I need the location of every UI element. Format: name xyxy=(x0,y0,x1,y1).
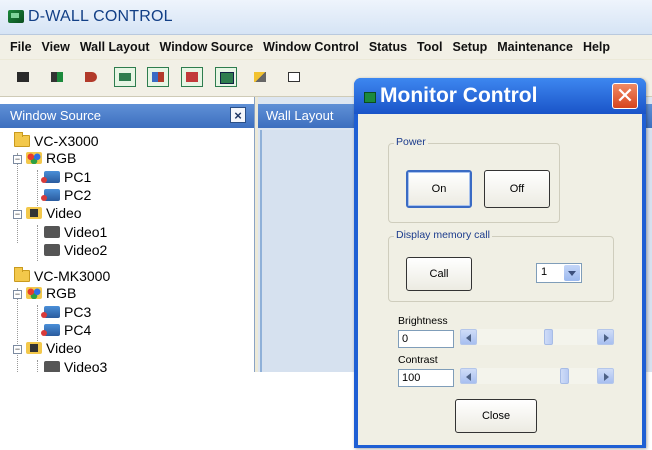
dialog-app-icon xyxy=(364,92,376,103)
display-icon[interactable] xyxy=(181,67,203,87)
close-icon[interactable]: × xyxy=(230,107,246,123)
tree-label: Video xyxy=(46,205,82,221)
memory-number-select[interactable]: 1 xyxy=(536,263,582,283)
brightness-label: Brightness xyxy=(398,315,448,327)
power-group-title: Power xyxy=(394,136,428,148)
menu-window-control[interactable]: Window Control xyxy=(258,40,364,54)
tree-label: PC1 xyxy=(64,169,92,185)
menu-bar: File View Wall Layout Window Source Wind… xyxy=(0,35,652,59)
tree-label: PC2 xyxy=(64,187,92,203)
pc-icon xyxy=(41,324,60,336)
tree-label: Video3 xyxy=(64,359,108,372)
monitor-control-dialog: Monitor Control ✕ Power On Off Display m… xyxy=(354,78,646,448)
video-folder-icon xyxy=(26,342,42,354)
video-folder-icon xyxy=(26,207,42,219)
app-logo-icon xyxy=(8,10,24,23)
video-input-icon xyxy=(44,361,60,372)
scroll-left-icon[interactable] xyxy=(460,329,477,345)
menu-tool[interactable]: Tool xyxy=(412,40,447,54)
wall-icon[interactable] xyxy=(147,67,169,87)
memory-call-button[interactable]: Call xyxy=(406,257,472,291)
pc-icon xyxy=(41,189,60,201)
collapse-icon[interactable]: − xyxy=(13,345,22,354)
scroll-right-icon[interactable] xyxy=(597,368,614,384)
contrast-input[interactable]: 100 xyxy=(398,369,454,387)
window-source-panel: Window Source × VC-X3000 − RGB PC1 PC2 −… xyxy=(0,97,255,372)
menu-window-source[interactable]: Window Source xyxy=(155,40,259,54)
menu-help[interactable]: Help xyxy=(578,40,615,54)
display-memory-group-title: Display memory call xyxy=(394,229,492,241)
grid-icon[interactable] xyxy=(215,67,237,87)
dialog-body: Power On Off Display memory call Call 1 … xyxy=(358,114,642,445)
tree-label: RGB xyxy=(46,285,77,301)
pc-icon xyxy=(41,171,60,183)
menu-status[interactable]: Status xyxy=(364,40,412,54)
tree-label: Video1 xyxy=(64,224,108,240)
source-tree: VC-X3000 − RGB PC1 PC2 − Video Video1 Vi… xyxy=(0,132,254,372)
rgb-icon xyxy=(26,287,42,299)
title-bar: D-WALL CONTROL xyxy=(0,0,652,35)
scroll-right-icon[interactable] xyxy=(597,329,614,345)
rgb-icon xyxy=(26,152,42,164)
contrast-slider-thumb[interactable] xyxy=(560,368,569,384)
brightness-slider[interactable] xyxy=(460,329,614,345)
menu-setup[interactable]: Setup xyxy=(448,40,493,54)
app-title: D-WALL CONTROL xyxy=(28,8,173,25)
collapse-icon[interactable]: − xyxy=(13,155,22,164)
pc-icon xyxy=(41,306,60,318)
memory-selected-value: 1 xyxy=(541,266,548,278)
tree-label: VC-X3000 xyxy=(34,133,99,149)
video-input-icon xyxy=(44,226,60,238)
tree-label: PC4 xyxy=(64,322,92,338)
chevron-down-icon[interactable] xyxy=(564,265,580,281)
layout-icon[interactable] xyxy=(46,67,68,87)
power-off-button[interactable]: Off xyxy=(484,170,550,208)
contrast-slider[interactable] xyxy=(460,368,614,384)
window-icon[interactable] xyxy=(114,67,136,87)
menu-maintenance[interactable]: Maintenance xyxy=(492,40,578,54)
folder-icon xyxy=(14,267,30,282)
window-source-title: Window Source xyxy=(10,108,102,123)
dialog-title: Monitor Control xyxy=(380,84,538,107)
pointer-icon[interactable] xyxy=(249,67,271,87)
power-on-button[interactable]: On xyxy=(406,170,472,208)
close-button[interactable]: Close xyxy=(455,399,537,433)
folder-icon xyxy=(14,132,30,147)
tree-label: PC3 xyxy=(64,304,92,320)
contrast-label: Contrast xyxy=(398,354,438,366)
collapse-icon[interactable]: − xyxy=(13,210,22,219)
video-input-icon xyxy=(44,244,60,256)
tree-label: Video xyxy=(46,340,82,356)
close-icon[interactable]: ✕ xyxy=(612,83,638,109)
wall-layout-title: Wall Layout xyxy=(266,108,334,123)
display-memory-group: Display memory call Call 1 xyxy=(388,229,614,302)
tree-label: VC-MK3000 xyxy=(34,268,111,284)
tree-label: RGB xyxy=(46,150,77,166)
source-icon[interactable] xyxy=(80,67,102,87)
menu-file[interactable]: File xyxy=(0,40,37,54)
menu-view[interactable]: View xyxy=(37,40,75,54)
info-icon[interactable] xyxy=(283,67,305,87)
monitor-icon[interactable] xyxy=(12,67,34,87)
brightness-input[interactable]: 0 xyxy=(398,330,454,348)
window-source-header: Window Source × xyxy=(0,104,254,128)
scroll-left-icon[interactable] xyxy=(460,368,477,384)
collapse-icon[interactable]: − xyxy=(13,290,22,299)
brightness-slider-thumb[interactable] xyxy=(544,329,553,345)
menu-wall-layout[interactable]: Wall Layout xyxy=(75,40,155,54)
dialog-title-bar[interactable]: Monitor Control ✕ xyxy=(354,78,646,114)
tree-label: Video2 xyxy=(64,242,108,258)
power-group: Power On Off xyxy=(388,136,560,223)
